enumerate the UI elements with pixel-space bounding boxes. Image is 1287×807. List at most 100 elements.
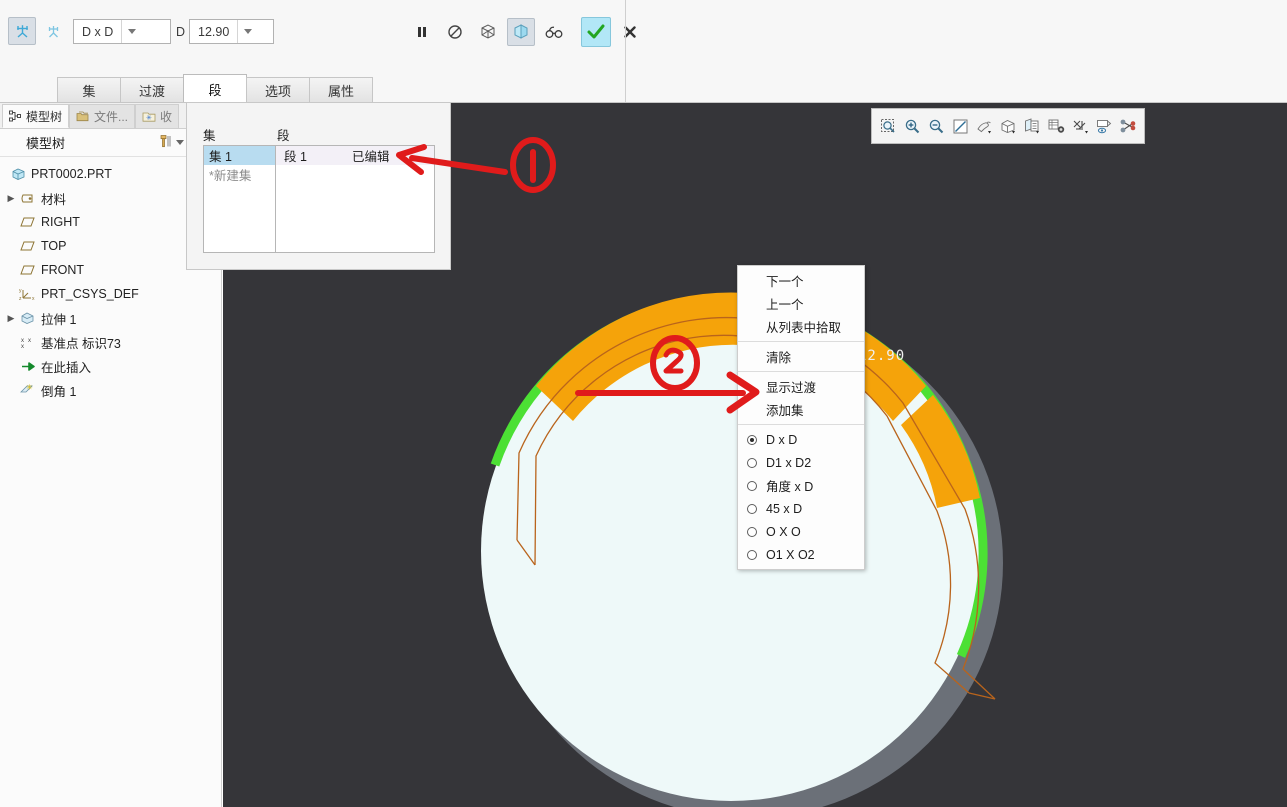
part-icon: [8, 167, 28, 181]
datum-plane-icon: [18, 264, 38, 276]
menu-item-pick-from-list[interactable]: 从列表中拾取: [738, 315, 864, 338]
radio-o1xo2-icon: [738, 549, 766, 560]
tree-tab-model-tree[interactable]: 模型树: [2, 104, 70, 128]
menu-radio-dxd[interactable]: D x D: [738, 428, 864, 451]
saved-views-button[interactable]: [1022, 115, 1042, 137]
expander-icon[interactable]: ▶: [4, 193, 18, 204]
datum-display-icon: [1073, 120, 1088, 133]
refit-icon: [953, 119, 967, 133]
chevron-down-icon[interactable]: [237, 20, 259, 43]
shaded-preview-button[interactable]: [507, 18, 535, 46]
pause-button[interactable]: [408, 18, 436, 46]
tree-node-csys[interactable]: y z x PRT_CSYS_DEF: [0, 282, 222, 306]
tab-properties-label: 属性: [327, 84, 354, 99]
tree-node-material-label: 材料: [41, 192, 67, 207]
menu-radio-45-x-d-label: 45 x D: [766, 501, 803, 516]
menu-separator: [738, 341, 864, 342]
menu-radio-angle-x-d[interactable]: 角度 x D: [738, 474, 864, 497]
viewport-context-menu: 下一个 上一个 从列表中拾取 清除 显示过渡 添加集 D x D D1 x D2…: [737, 265, 865, 570]
svg-text:✳: ✳: [146, 114, 152, 122]
display-style-button[interactable]: [998, 115, 1018, 137]
filter-settings-icon[interactable]: [157, 133, 174, 153]
menu-item-pick-from-list-label: 从列表中拾取: [766, 321, 842, 335]
insert-here-icon: [18, 360, 38, 373]
tree-node-extrude[interactable]: ▶ 拉伸 1: [0, 306, 222, 330]
wireframe-preview-button[interactable]: [474, 18, 502, 46]
set-row-new-label: *新建集: [209, 169, 252, 183]
menu-separator: [738, 371, 864, 372]
tab-sets[interactable]: 集: [57, 77, 121, 103]
chamfer-transition-mode-button[interactable]: [39, 17, 67, 45]
chamfer-set-mode-button[interactable]: [8, 17, 36, 45]
set-row-new[interactable]: *新建集: [204, 165, 275, 184]
favorites-folder-icon: ✳: [142, 112, 156, 122]
zoom-in-button[interactable]: [902, 115, 922, 137]
cancel-button[interactable]: [616, 18, 644, 46]
datum-display-button[interactable]: [1070, 115, 1090, 137]
segments-column-header: 段: [277, 129, 290, 143]
menu-radio-o1xo2[interactable]: O1 X O2: [738, 543, 864, 566]
menu-radio-d1xd2-label: D1 x D2: [766, 455, 812, 470]
menu-radio-oxo[interactable]: O X O: [738, 520, 864, 543]
tree-tab-folders[interactable]: 文件...: [69, 104, 136, 128]
shaded-box-icon: [514, 24, 528, 39]
chamfer-d-value-select[interactable]: 12.90: [189, 19, 274, 44]
tab-transitions[interactable]: 过渡: [120, 77, 184, 103]
zoom-box-button[interactable]: [878, 115, 898, 137]
datum-plane-icon: [18, 216, 38, 228]
tab-options-label: 选项: [264, 84, 291, 99]
radio-dxd-icon: [738, 434, 766, 445]
menu-radio-d1xd2[interactable]: D1 x D2: [738, 451, 864, 474]
menu-item-next-label: 下一个: [766, 275, 804, 289]
chamfer-feature-icon: ✳: [18, 383, 38, 397]
dashboard-left-tools: [8, 17, 67, 45]
chevron-down-icon[interactable]: [121, 20, 143, 43]
tab-pieces[interactable]: 段: [183, 74, 247, 103]
filter-dropdown-arrow-icon[interactable]: [176, 140, 184, 145]
zoom-box-icon: [880, 118, 895, 133]
no-preview-button[interactable]: [441, 18, 469, 46]
menu-item-previous[interactable]: 上一个: [738, 292, 864, 315]
segment-row-1[interactable]: 段 1 已编辑: [276, 146, 434, 165]
model-tree-icon: [9, 110, 21, 121]
set-row-1[interactable]: 集 1: [204, 146, 275, 165]
menu-item-next[interactable]: 下一个: [738, 269, 864, 292]
annotation-display-button[interactable]: [1094, 115, 1114, 137]
datum-plane-icon: [18, 240, 38, 252]
repaint-button[interactable]: [974, 115, 994, 137]
tree-node-chamfer[interactable]: ✳ 倒角 1: [0, 378, 222, 402]
tree-node-part-label: PRT0002.PRT: [31, 167, 112, 181]
expander-icon[interactable]: ▶: [4, 313, 18, 324]
menu-item-show-transitions[interactable]: 显示过渡: [738, 375, 864, 398]
svg-text:x: x: [28, 338, 31, 344]
glasses-preview-button[interactable]: [540, 18, 568, 46]
chamfer-transition-icon: [48, 25, 58, 37]
chamfer-type-select[interactable]: D x D: [73, 19, 171, 44]
check-icon: [587, 24, 605, 39]
menu-item-clear[interactable]: 清除: [738, 345, 864, 368]
chamfer-type-value: D x D: [82, 24, 114, 39]
zoom-out-icon: [929, 119, 943, 133]
tree-tab-favorites[interactable]: ✳ 收: [135, 104, 180, 128]
view-manager-button[interactable]: [1046, 115, 1066, 137]
menu-separator: [738, 424, 864, 425]
tab-pieces-label: 段: [208, 82, 222, 98]
menu-item-add-set[interactable]: 添加集: [738, 398, 864, 421]
tree-node-datum-point[interactable]: xx x 基准点 标识73: [0, 330, 222, 354]
menu-radio-angle-x-d-label: 角度 x D: [766, 480, 814, 494]
accept-button[interactable]: [581, 17, 611, 47]
saved-views-icon: [1025, 117, 1039, 133]
appearance-button[interactable]: [1118, 115, 1138, 137]
menu-radio-45-x-d[interactable]: 45 x D: [738, 497, 864, 520]
chamfer-dimension-label[interactable]: 12.90: [858, 348, 905, 364]
tab-options[interactable]: 选项: [246, 77, 310, 103]
annotation-display-icon: [1096, 119, 1111, 133]
tab-properties[interactable]: 属性: [309, 77, 373, 103]
zoom-out-button[interactable]: [926, 115, 946, 137]
menu-item-show-transitions-label: 显示过渡: [766, 381, 817, 395]
menu-item-add-set-label: 添加集: [766, 404, 804, 418]
tree-node-insert-here[interactable]: 在此插入: [0, 354, 222, 378]
d-field-label: D: [176, 25, 186, 39]
tree-node-top-label: TOP: [41, 239, 67, 253]
refit-button[interactable]: [950, 115, 970, 137]
